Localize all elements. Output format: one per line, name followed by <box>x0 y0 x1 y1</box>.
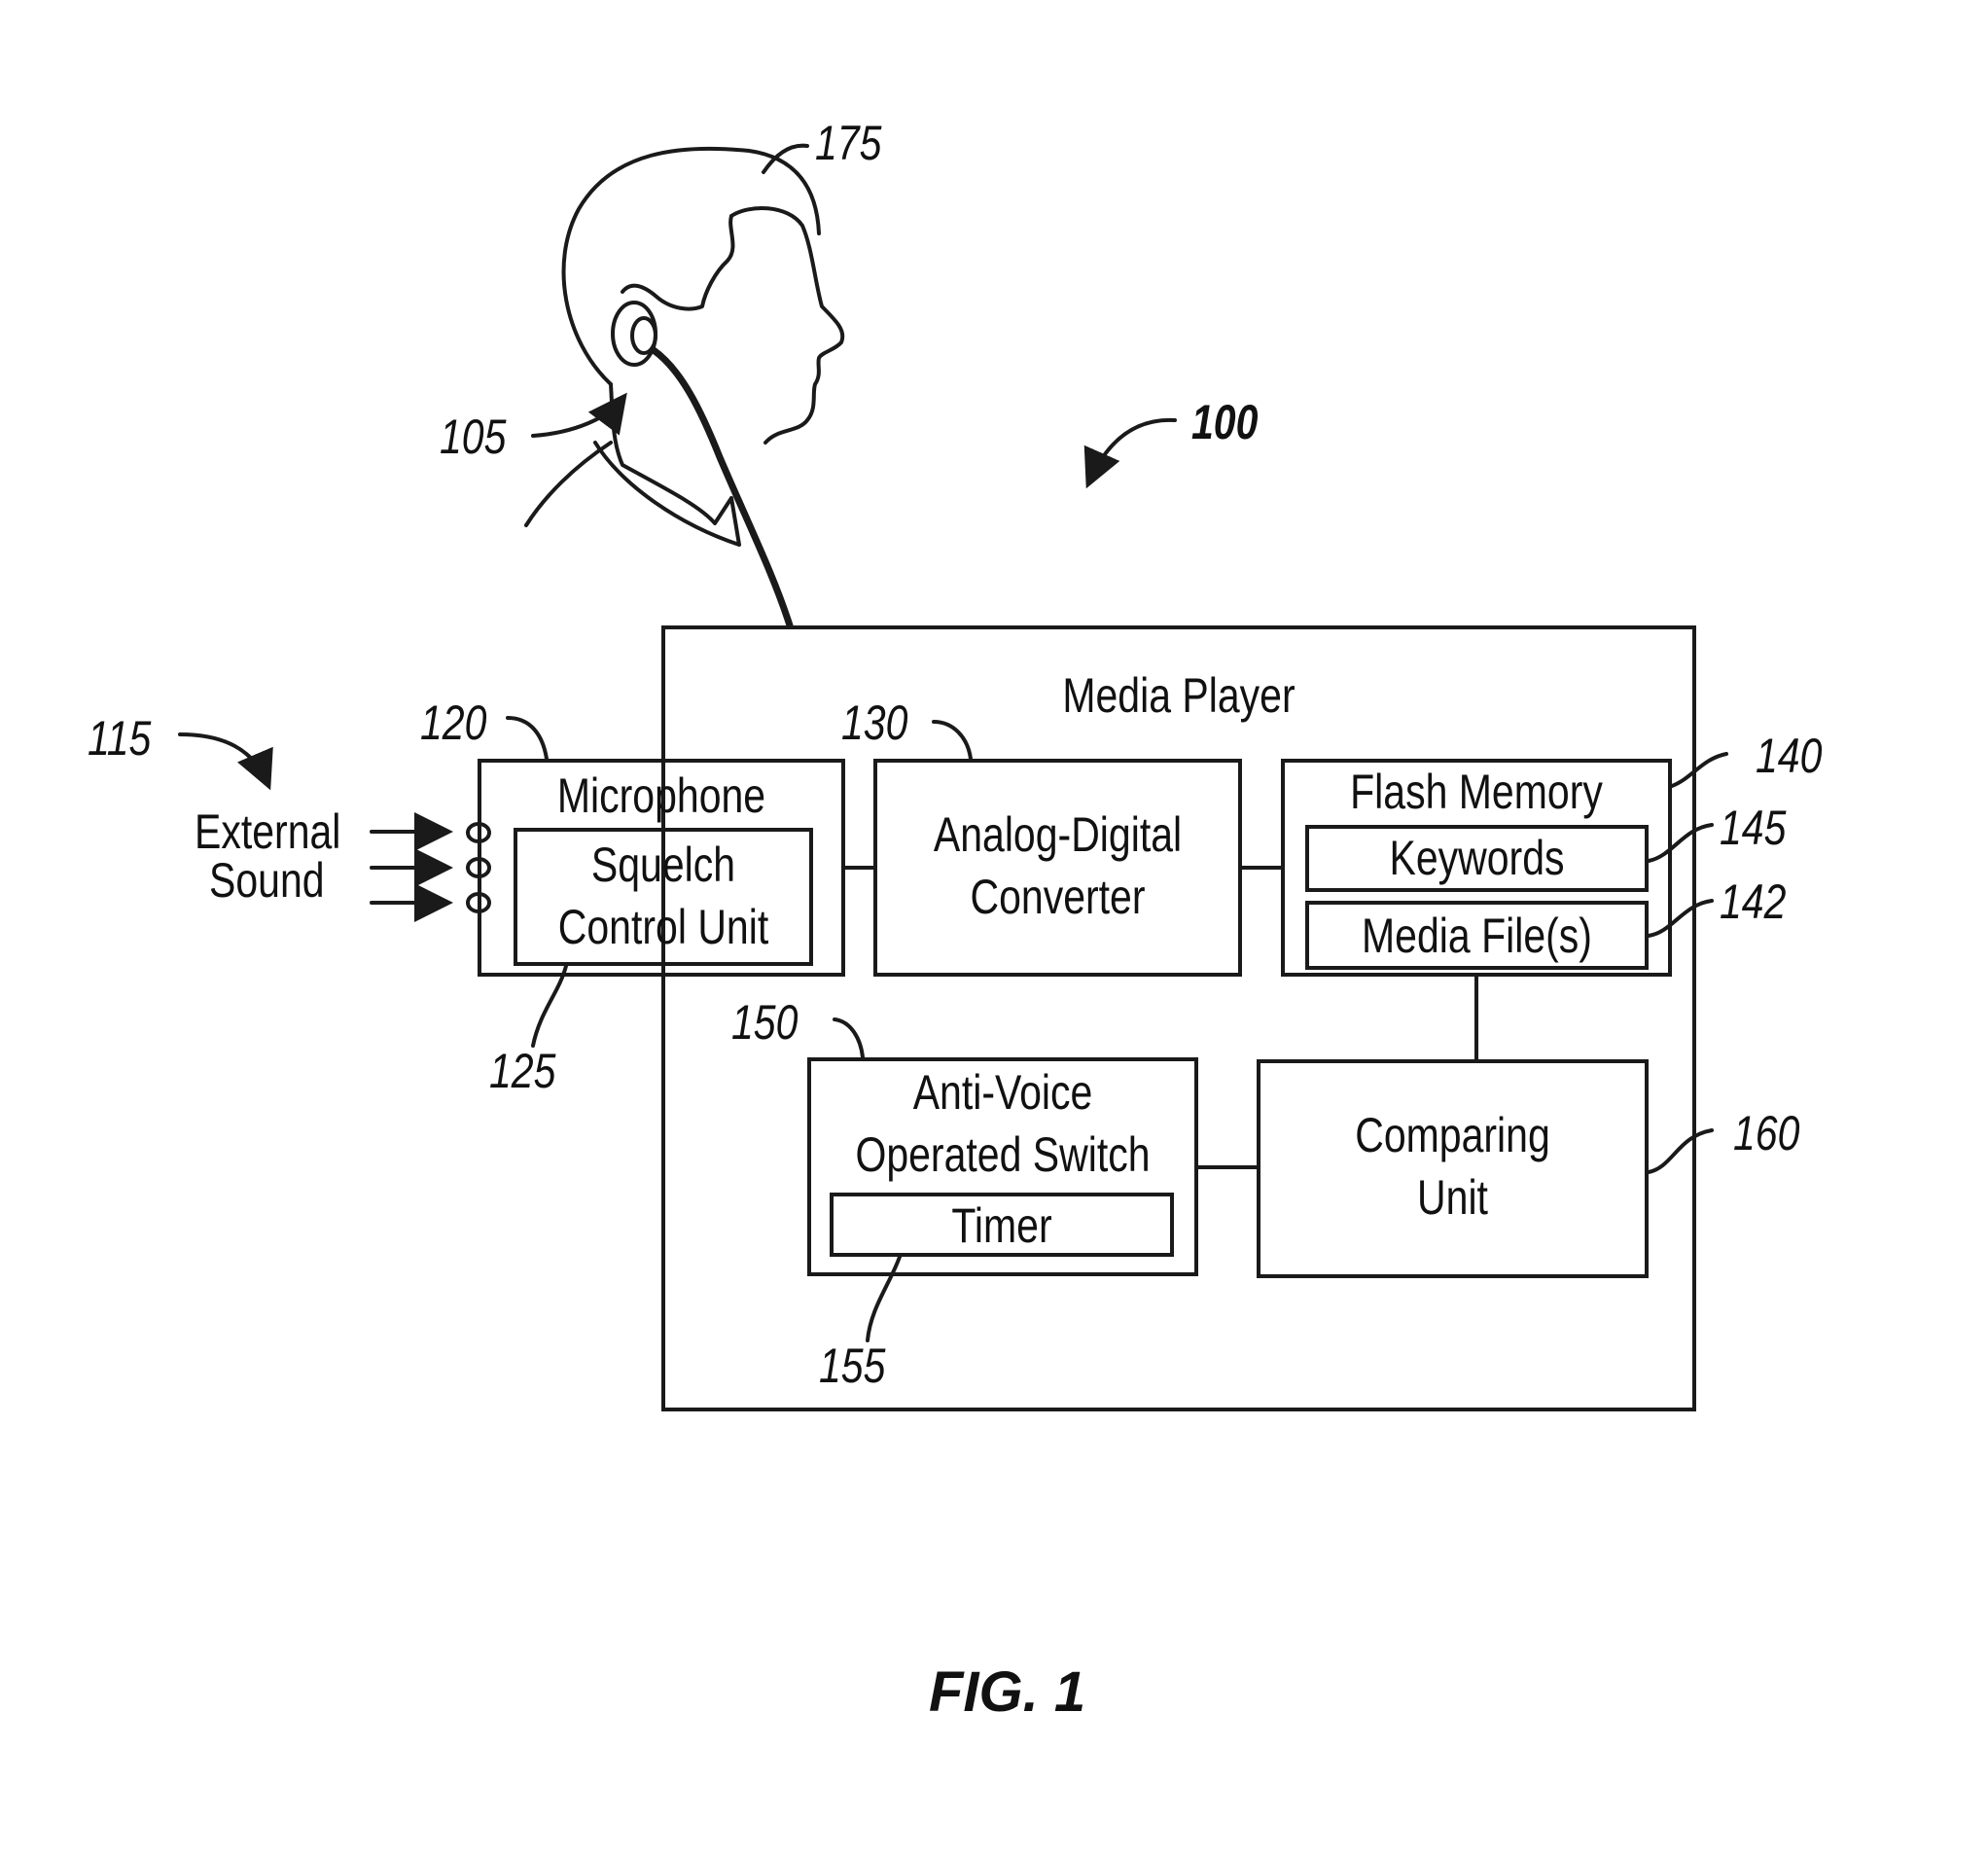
comparing-unit-block: Comparing Unit <box>1257 1059 1649 1278</box>
squelch-label-line2: Control Unit <box>557 900 769 954</box>
avos-label-line2: Operated Switch <box>855 1127 1151 1182</box>
keywords-block: Keywords <box>1305 825 1649 892</box>
ref-130: 130 <box>841 696 908 750</box>
media-player-title: Media Player <box>1062 668 1296 723</box>
avos-label-line1: Anti-Voice <box>912 1065 1093 1120</box>
figure-label: FIG. 1 <box>929 1660 1086 1724</box>
flash-memory-label: Flash Memory <box>1350 765 1603 819</box>
media-files-block: Media File(s) <box>1305 901 1649 970</box>
ref-175: 175 <box>815 116 882 170</box>
microphone-label: Microphone <box>556 768 766 823</box>
user-neck <box>593 382 741 547</box>
media-player-box: Media Player <box>661 625 1696 1411</box>
comparing-label-line2: Unit <box>1417 1170 1488 1225</box>
user-face-profile <box>729 206 845 445</box>
comparing-label-line1: Comparing <box>1355 1108 1550 1162</box>
ref-120: 120 <box>420 696 487 750</box>
ref-140: 140 <box>1756 729 1823 783</box>
external-sound-label-line2: Sound <box>209 853 325 908</box>
media-files-label: Media File(s) <box>1362 909 1592 963</box>
timer-label: Timer <box>951 1198 1052 1253</box>
keywords-label: Keywords <box>1389 831 1565 885</box>
ref-142: 142 <box>1720 874 1787 929</box>
ref-125: 125 <box>489 1044 556 1098</box>
timer-block: Timer <box>830 1193 1174 1257</box>
ref-105: 105 <box>440 410 507 464</box>
ref-150: 150 <box>731 995 799 1050</box>
ref-160: 160 <box>1733 1106 1800 1160</box>
squelch-label-line1: Squelch <box>590 838 736 892</box>
user-head-outline <box>561 146 821 386</box>
user-hairline <box>621 214 735 311</box>
ref-115: 115 <box>88 711 152 766</box>
user-back-line <box>524 441 613 527</box>
ref-145: 145 <box>1720 801 1787 855</box>
adc-label-line2: Converter <box>970 870 1146 924</box>
squelch-control-unit-block: Squelch Control Unit <box>514 828 813 966</box>
ref-155: 155 <box>819 1338 886 1393</box>
analog-digital-converter-block: Analog-Digital Converter <box>873 759 1242 977</box>
earphone-cable <box>650 346 794 629</box>
adc-label-line1: Analog-Digital <box>933 807 1183 862</box>
ref-100: 100 <box>1191 395 1259 449</box>
external-sound-label-line1: External <box>195 804 341 859</box>
